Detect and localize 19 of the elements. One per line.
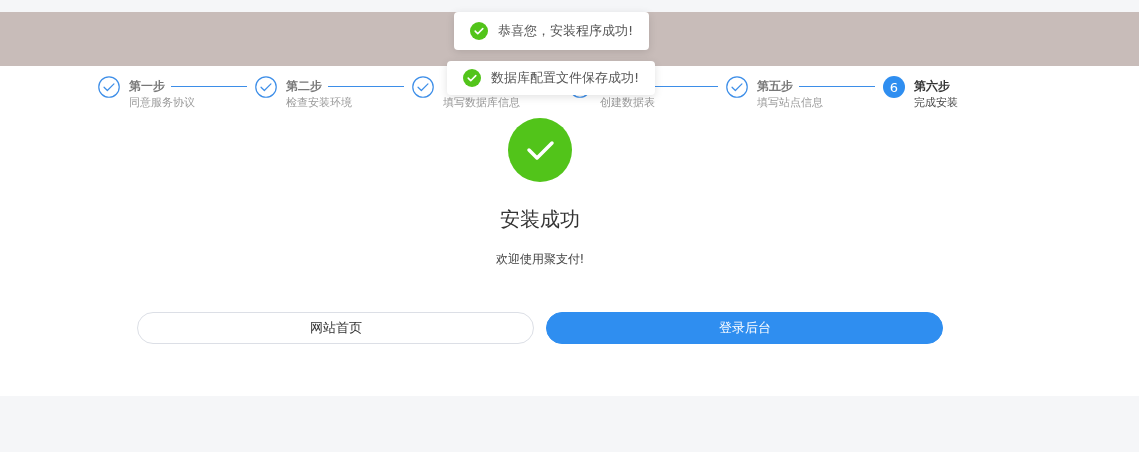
step-number: 6 — [883, 76, 905, 98]
step-description: 填写站点信息 — [757, 96, 824, 110]
step-title: 第五步 — [757, 77, 793, 95]
step-description: 检查安装环境 — [286, 96, 353, 110]
toast-text: 数据库配置文件保存成功! — [491, 69, 640, 87]
success-icon — [470, 22, 488, 40]
step-title: 第一步 — [129, 77, 165, 95]
step-description: 填写数据库信息 — [443, 96, 521, 110]
step-description: 完成安装 — [914, 96, 959, 110]
step-title: 第二步 — [286, 77, 322, 95]
result-title: 安装成功 — [500, 206, 580, 233]
success-icon — [463, 69, 481, 87]
step-title: 第六步 — [914, 77, 950, 95]
home-button[interactable]: 网站首页 — [137, 312, 534, 344]
success-check-icon — [508, 118, 572, 182]
step-description: 同意服务协议 — [129, 96, 196, 110]
toast-text: 恭喜您，安装程序成功! — [498, 22, 634, 40]
step-description: 创建数据表 — [600, 96, 656, 110]
result-message: 欢迎使用聚支付! — [495, 251, 585, 268]
